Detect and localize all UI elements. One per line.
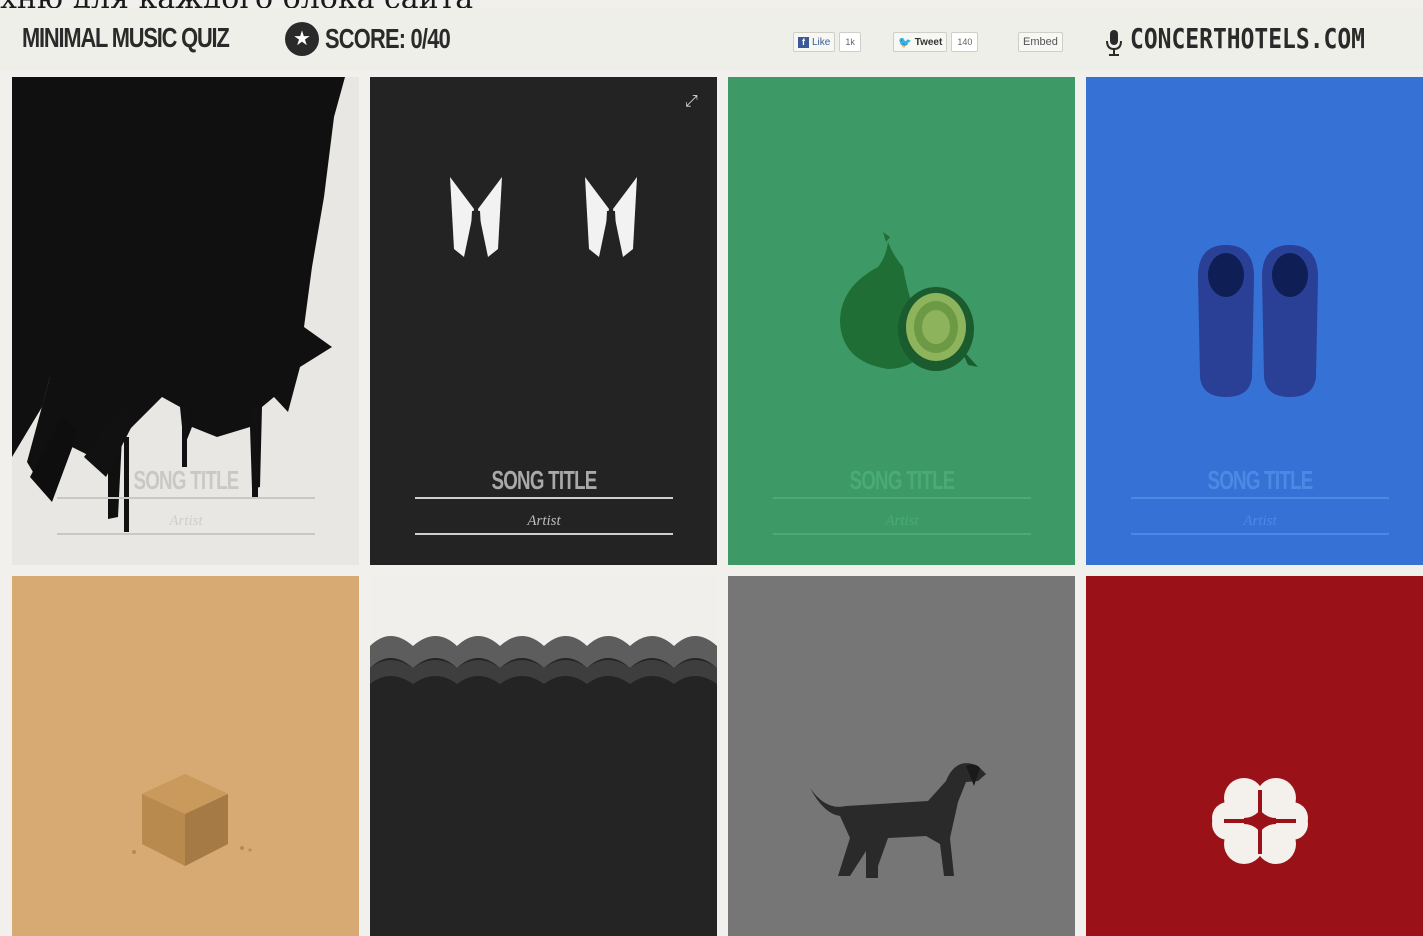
quiz-tile-2[interactable]: ⤢ SONG TITLE Artist [370, 77, 717, 565]
score-label: SCORE: 0/40 [325, 23, 451, 54]
sugar-cube-icon [132, 774, 252, 866]
artist-name: Artist [527, 513, 561, 529]
artist-underline [773, 533, 1031, 535]
microphone-icon [1106, 30, 1122, 56]
song-title: SONG TITLE [133, 465, 239, 495]
tweet-label: Tweet [914, 36, 943, 48]
like-count: 1k [839, 32, 861, 52]
quiz-tile-4[interactable]: SONG TITLE Artist [1086, 77, 1423, 565]
clouds-waves-icon [370, 576, 717, 684]
quiz-tile-7[interactable] [728, 576, 1075, 936]
facebook-like[interactable]: f Like 1k [793, 32, 861, 52]
quiz-tile-5[interactable] [12, 576, 359, 936]
quiz-tile-1[interactable]: SONG TITLE Artist [12, 77, 359, 565]
artist-underline [1131, 533, 1389, 535]
artist-underline [57, 533, 315, 535]
score-display: ★ SCORE: 0/40 [285, 22, 485, 56]
song-title: SONG TITLE [1207, 465, 1313, 495]
tweet-count: 140 [951, 32, 979, 52]
quiz-tile-8[interactable] [1086, 576, 1423, 936]
dog-icon [810, 763, 986, 878]
four-leaf-clover-icon [1212, 778, 1308, 864]
artist-underline [415, 533, 673, 535]
artist-name: Artist [885, 513, 919, 529]
facebook-icon: f [798, 36, 809, 48]
quiz-tile-3[interactable]: SONG TITLE Artist [728, 77, 1075, 565]
top-bar: MINIMAL MUSIC QUIZ ★ SCORE: 0/40 f Like … [0, 8, 1423, 70]
like-label: Like [812, 36, 831, 48]
quiz-title[interactable]: MINIMAL MUSIC QUIZ [22, 22, 230, 54]
title-underline [415, 497, 673, 499]
site-name[interactable]: CONCERTHOTELS.COM [1130, 22, 1365, 55]
twitter-tweet[interactable]: 🐦 Tweet 140 [893, 32, 979, 52]
title-underline [773, 497, 1031, 499]
embed-button[interactable]: Embed [1018, 32, 1063, 52]
quiz-tile-6[interactable] [370, 576, 717, 936]
song-title: SONG TITLE [849, 465, 955, 495]
star-icon: ★ [285, 22, 319, 56]
like-button[interactable]: f Like [793, 32, 836, 52]
artist-name: Artist [1243, 513, 1277, 529]
embed-label: Embed [1023, 36, 1058, 48]
embed-control[interactable]: Embed [1018, 32, 1063, 52]
title-underline [1131, 497, 1389, 499]
tweet-button[interactable]: 🐦 Tweet [893, 32, 948, 52]
twitter-icon: 🐦 [898, 36, 912, 49]
artist-name: Artist [169, 513, 203, 529]
title-underline [57, 497, 315, 499]
song-title: SONG TITLE [491, 465, 597, 495]
